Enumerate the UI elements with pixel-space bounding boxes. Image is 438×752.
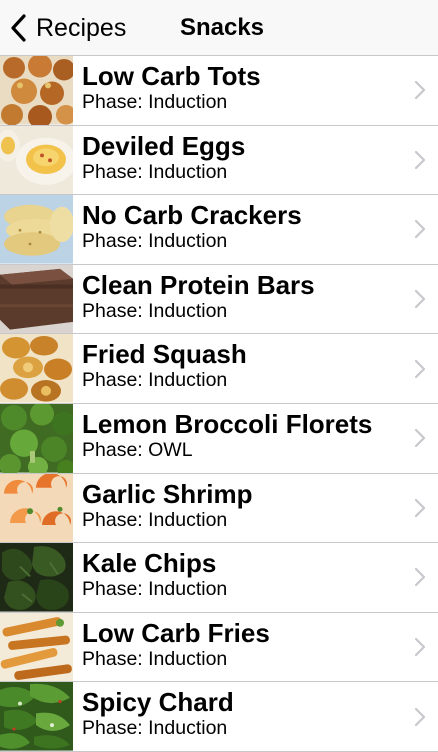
navigation-bar: Recipes Snacks bbox=[0, 0, 438, 56]
list-item[interactable]: Spicy Chard Phase: Induction bbox=[0, 682, 438, 752]
recipe-title: Garlic Shrimp bbox=[82, 478, 253, 509]
kale-photo bbox=[0, 543, 73, 612]
recipe-title: Spicy Chard bbox=[82, 687, 234, 718]
crackers-photo bbox=[0, 195, 73, 264]
list-item[interactable]: No Carb Crackers Phase: Induction bbox=[0, 195, 438, 265]
chevron-right-icon bbox=[414, 359, 426, 378]
recipe-title: Lemon Broccoli Florets bbox=[82, 408, 373, 439]
recipe-phase: Phase: Induction bbox=[82, 299, 228, 322]
recipe-phase: Phase: Induction bbox=[82, 230, 228, 253]
shrimp-photo bbox=[0, 473, 73, 543]
chevron-right-icon bbox=[414, 429, 426, 448]
chevron-right-icon bbox=[414, 81, 426, 100]
recipe-list: Low Carb Tots Phase: Induction Deviled E… bbox=[0, 56, 438, 752]
chevron-right-icon bbox=[414, 150, 426, 169]
recipe-title: No Carb Crackers bbox=[82, 200, 302, 231]
recipe-title: Clean Protein Bars bbox=[82, 269, 315, 300]
recipe-phase: Phase: Induction bbox=[82, 717, 228, 740]
page-title: Snacks bbox=[179, 14, 265, 41]
recipe-phase: Phase: OWL bbox=[82, 438, 193, 461]
chard-photo bbox=[0, 682, 73, 751]
recipe-phase: Phase: Induction bbox=[82, 91, 228, 113]
recipe-phase: Phase: Induction bbox=[82, 508, 228, 531]
recipe-phase: Phase: Induction bbox=[82, 369, 228, 392]
list-item[interactable]: Fried Squash Phase: Induction bbox=[0, 334, 438, 404]
recipe-phase: Phase: Induction bbox=[82, 578, 228, 601]
squash-photo bbox=[0, 334, 73, 403]
tots-photo bbox=[0, 56, 73, 125]
chevron-right-icon bbox=[414, 707, 426, 726]
list-item[interactable]: Low Carb Fries Phase: Induction bbox=[0, 612, 438, 683]
recipe-phase: Phase: Induction bbox=[82, 160, 228, 183]
list-item[interactable]: Clean Protein Bars Phase: Induction bbox=[0, 264, 438, 335]
recipe-title: Fried Squash bbox=[82, 339, 247, 370]
chevron-right-icon bbox=[414, 568, 426, 587]
list-item[interactable]: Deviled Eggs Phase: Induction bbox=[0, 125, 438, 196]
broccoli-photo bbox=[0, 403, 73, 473]
list-item[interactable]: Garlic Shrimp Phase: Induction bbox=[0, 473, 438, 544]
chevron-right-icon bbox=[414, 289, 426, 309]
list-item[interactable]: Low Carb Tots Phase: Induction bbox=[0, 56, 438, 126]
protein-bars-photo bbox=[0, 264, 73, 334]
eggs-photo bbox=[0, 125, 73, 195]
chevron-right-icon bbox=[414, 637, 426, 657]
list-item[interactable]: Lemon Broccoli Florets Phase: OWL bbox=[0, 403, 438, 474]
fries-photo bbox=[0, 612, 73, 682]
recipe-phase: Phase: Induction bbox=[82, 647, 228, 670]
recipe-title: Low Carb Fries bbox=[82, 617, 270, 648]
chevron-right-icon bbox=[414, 498, 426, 517]
list-item[interactable]: Kale Chips Phase: Induction bbox=[0, 543, 438, 613]
chevron-right-icon bbox=[414, 220, 426, 239]
recipe-title: Kale Chips bbox=[82, 548, 217, 579]
recipe-title: Low Carb Tots bbox=[82, 61, 261, 91]
recipe-title: Deviled Eggs bbox=[82, 130, 246, 161]
